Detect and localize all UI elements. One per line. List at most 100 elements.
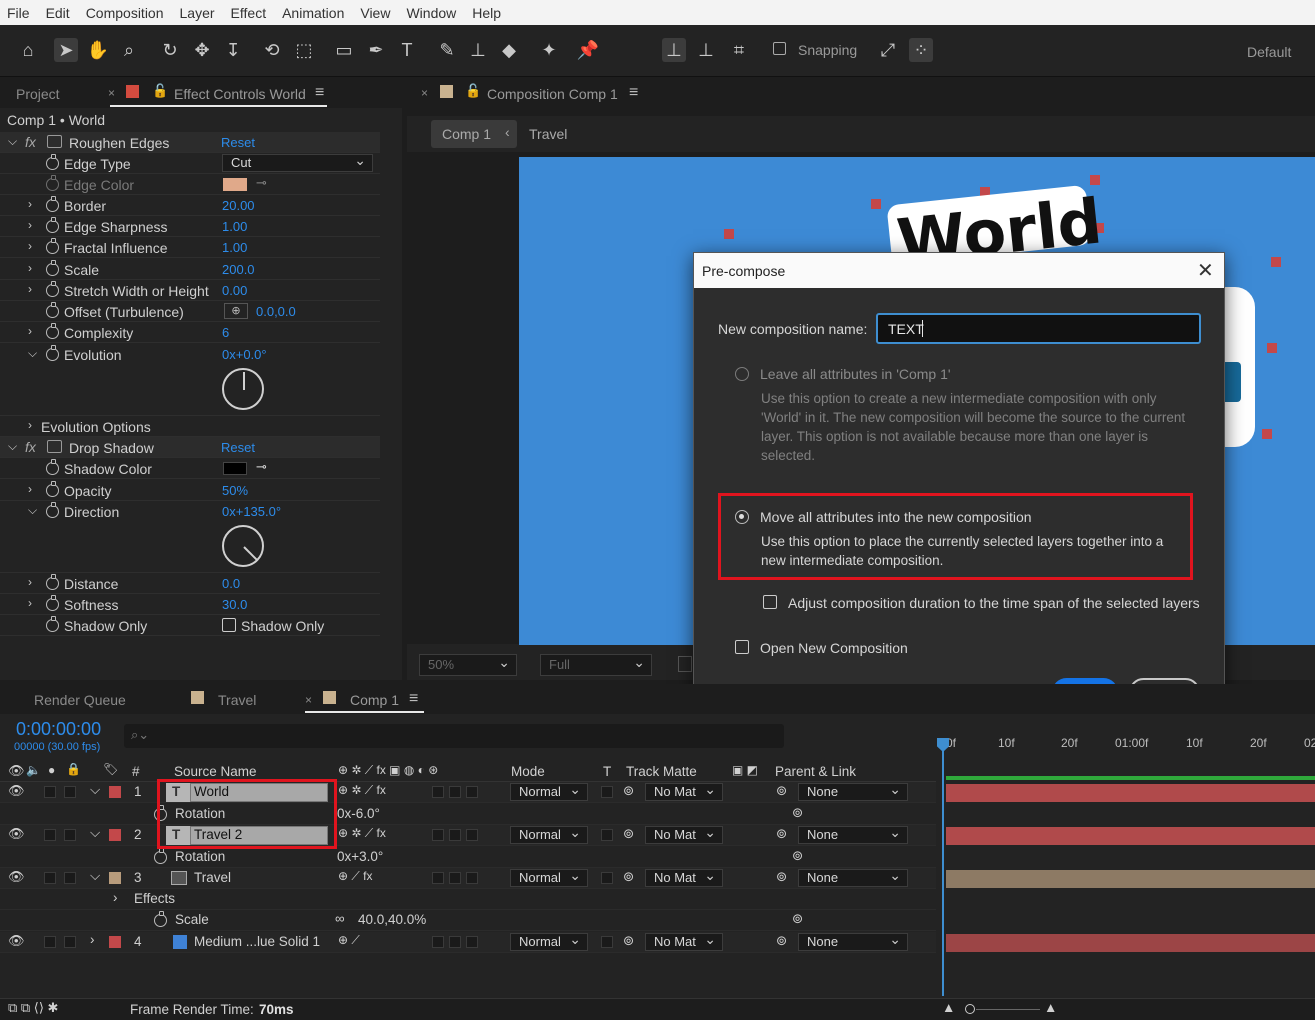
constrain-proportions-icon[interactable]: ∞ (335, 911, 345, 926)
chevron-right-icon[interactable]: › (113, 890, 118, 905)
resolution-dropdown[interactable]: Full (540, 652, 652, 676)
close-icon[interactable]: × (108, 86, 115, 100)
time-ruler[interactable]: 0f 10f 20f 01:00f 10f 20f 02 (936, 728, 1315, 758)
chevron-right-icon[interactable]: › (28, 239, 32, 253)
stopwatch-icon[interactable] (46, 302, 59, 318)
prop-evolution-options[interactable]: › Evolution Options (0, 416, 380, 437)
chevron-down-icon[interactable]: ⌵ (90, 782, 100, 798)
blend-mode-dropdown[interactable]: Normal (510, 824, 588, 844)
lock-icon[interactable]: 🔒 (66, 762, 81, 776)
playhead-line[interactable] (942, 750, 944, 996)
chevron-down-icon[interactable]: ⌵ (28, 346, 37, 361)
breadcrumb-comp1[interactable]: Comp 1 (442, 126, 491, 142)
stopwatch-icon[interactable] (154, 911, 167, 927)
switches-icons[interactable]: ⊕ ✲ ⟋ fx (338, 783, 386, 798)
chevron-right-icon[interactable]: › (28, 197, 32, 211)
adjust-duration-checkbox[interactable] (763, 595, 777, 609)
stopwatch-icon[interactable] (46, 217, 59, 233)
menu-window[interactable]: Window (398, 5, 464, 21)
distance-value[interactable]: 0.0 (222, 576, 240, 591)
region-of-interest-icon[interactable] (678, 656, 692, 672)
move-icon[interactable]: ✥ (190, 38, 214, 62)
stopwatch-icon[interactable] (46, 481, 59, 497)
tab-effect-controls[interactable]: Effect Controls World (174, 86, 306, 102)
chevron-down-icon[interactable]: ⌵ (90, 868, 100, 884)
lock-icon[interactable]: 🔓 (152, 83, 168, 99)
zoom-out-icon[interactable]: ▲ (942, 1000, 955, 1015)
stopwatch-icon[interactable] (154, 848, 167, 864)
layer-name[interactable]: Travel (194, 870, 231, 885)
home-icon[interactable]: ⌂ (16, 38, 40, 62)
dolly-icon[interactable]: ↧ (221, 38, 245, 62)
stopwatch-icon[interactable] (46, 345, 59, 361)
source-name-header[interactable]: Source Name (174, 764, 257, 779)
menu-layer[interactable]: Layer (172, 5, 223, 21)
blend-mode-dropdown[interactable]: Normal (510, 931, 588, 951)
current-time-display[interactable]: 0:00:00:00 (16, 719, 101, 740)
puppet-pin-icon[interactable]: 📌 (576, 38, 600, 62)
eye-icon[interactable]: 👁 (8, 933, 25, 949)
tab-travel[interactable]: Travel (218, 692, 256, 708)
selection-icon[interactable]: ➤ (54, 38, 78, 62)
menu-help[interactable]: Help (464, 5, 509, 21)
snapping-checkbox[interactable] (773, 42, 786, 55)
stopwatch-icon[interactable] (46, 595, 59, 611)
close-icon[interactable]: × (421, 86, 428, 100)
eye-icon[interactable]: 👁 (8, 763, 25, 779)
axis-local-icon[interactable]: ⊥ (662, 38, 686, 62)
pick-whip-icon[interactable]: ⊚ (776, 826, 787, 842)
eye-icon[interactable]: 👁 (8, 826, 25, 842)
softness-value[interactable]: 30.0 (222, 597, 247, 612)
rectangle-icon[interactable]: ▭ (332, 38, 356, 62)
direction-value[interactable]: 0x+135.0° (222, 504, 281, 519)
tab-composition[interactable]: Composition Comp 1 (487, 86, 618, 102)
eye-icon[interactable]: 👁 (8, 869, 25, 885)
layer-row-2[interactable]: 👁 ⌵ 2 T Travel 2 ⊕ ✲ ⟋ fx Normal ⊚ No Ma… (0, 824, 936, 846)
switches-icons[interactable]: ⊕ ⟋ (338, 933, 360, 948)
chevron-right-icon[interactable]: › (28, 218, 32, 232)
layer-color-tag[interactable] (109, 786, 121, 798)
switches-icons[interactable]: ⊕ ✲ ⟋ fx (338, 826, 386, 841)
snap-extend-icon[interactable]: ⤢ (876, 38, 900, 62)
offset-value[interactable]: 0.0,0.0 (256, 304, 296, 319)
reset-button[interactable]: Reset (221, 440, 255, 455)
composition-name-input[interactable]: TEXT (876, 313, 1201, 344)
direction-dial[interactable] (222, 525, 264, 567)
edge-sharpness-value[interactable]: 1.00 (222, 219, 247, 234)
menu-file[interactable]: File (0, 5, 38, 21)
axis-world-icon[interactable]: ⊥ (694, 38, 718, 62)
effect-header-roughen-edges[interactable]: ⌵ fx Roughen Edges Reset (0, 132, 380, 153)
eyedropper-icon[interactable]: ⊸ (256, 175, 267, 191)
spiral-link-icon[interactable]: ⊚ (792, 848, 803, 864)
fractal-influence-value[interactable]: 1.00 (222, 240, 247, 255)
layer-color-tag[interactable] (109, 936, 121, 948)
spiral-link-icon[interactable]: ⊚ (623, 869, 634, 885)
evolution-dial[interactable] (222, 368, 264, 410)
menu-effect[interactable]: Effect (223, 5, 275, 21)
chevron-down-icon[interactable]: ⌵ (28, 503, 37, 518)
parent-dropdown[interactable]: None (798, 931, 908, 951)
spiral-link-icon[interactable]: ⊚ (623, 933, 634, 949)
pick-whip-icon[interactable]: ⊚ (776, 933, 787, 949)
chevron-right-icon[interactable]: › (28, 482, 32, 496)
pan-behind-icon[interactable]: ⬚ (292, 38, 316, 62)
shadow-only-checkbox[interactable] (222, 618, 236, 632)
layer-3-duration-bar[interactable] (946, 870, 1315, 888)
lock-icon[interactable]: 🔓 (465, 83, 481, 99)
tab-comp1[interactable]: Comp 1 (350, 692, 399, 708)
composition-icons[interactable]: ⧉ ⧉ ⟨⟩ ✱ (8, 1000, 58, 1016)
menu-edit[interactable]: Edit (38, 5, 78, 21)
zoom-dropdown[interactable]: 50% (419, 652, 517, 676)
tab-render-queue[interactable]: Render Queue (34, 692, 126, 708)
spiral-link-icon[interactable]: ⊚ (792, 805, 803, 821)
chevron-down-icon[interactable]: ⌵ (8, 134, 17, 149)
work-area-bar[interactable] (946, 776, 1315, 780)
border-value[interactable]: 20.00 (222, 198, 255, 213)
clone-stamp-icon[interactable]: ⊥ (466, 38, 490, 62)
layer-4-duration-bar[interactable] (946, 934, 1315, 952)
stopwatch-icon[interactable] (46, 154, 59, 170)
zoom-icon[interactable]: ⌕ (117, 38, 141, 62)
track-matte-dropdown[interactable]: No Mat (645, 931, 723, 951)
fx-icon[interactable]: fx (25, 134, 36, 150)
stopwatch-icon[interactable] (46, 502, 59, 518)
